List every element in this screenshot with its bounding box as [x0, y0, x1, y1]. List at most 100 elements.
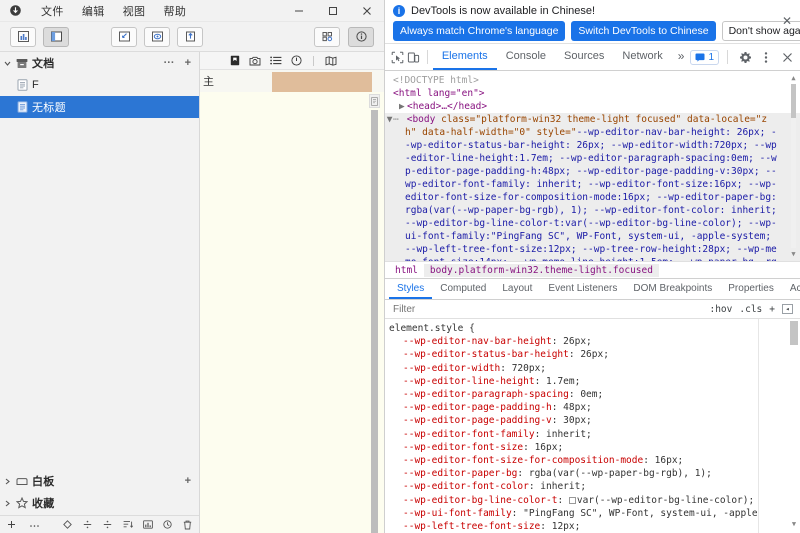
sort-icon[interactable]	[122, 519, 133, 530]
tab-event-listeners[interactable]: Event Listeners	[540, 279, 625, 299]
style-property[interactable]: --wp-editor-line-height	[389, 376, 535, 387]
scrollbar-thumb[interactable]	[791, 84, 796, 118]
issues-badge[interactable]: 1	[690, 50, 719, 65]
switch-to-chinese-button[interactable]: Switch DevTools to Chinese	[571, 21, 715, 41]
tab-computed[interactable]: Computed	[432, 279, 494, 299]
tab-properties[interactable]: Properties	[720, 279, 782, 299]
clock-icon[interactable]	[291, 55, 302, 66]
dom-body-node[interactable]: ⋯▼<body class="platform-win32 theme-ligh…	[385, 113, 800, 261]
style-property[interactable]: --wp-editor-nav-bar-height	[389, 336, 552, 347]
style-value[interactable]: var(--wp-editor-bg-line-color);	[577, 495, 754, 506]
trash-icon[interactable]	[182, 519, 193, 530]
style-property[interactable]: --wp-editor-font-size	[389, 442, 523, 453]
grid-icon-button[interactable]	[314, 27, 340, 47]
style-value[interactable]: 720px;	[512, 363, 546, 374]
gear-icon[interactable]	[736, 48, 754, 66]
kebab-menu-icon[interactable]	[757, 48, 775, 66]
style-property[interactable]: --wp-editor-width	[389, 363, 500, 374]
style-value[interactable]: 0em;	[580, 389, 603, 400]
menu-item-file[interactable]: 文件	[32, 1, 73, 21]
more-icon[interactable]	[29, 519, 40, 530]
fullscreen-icon-button[interactable]	[111, 27, 137, 47]
style-value[interactable]: inherit;	[540, 481, 586, 492]
style-value[interactable]: 12px;	[552, 521, 581, 532]
class-button[interactable]: .cls	[739, 304, 762, 315]
style-property[interactable]: --wp-left-tree-font-size	[389, 521, 540, 532]
map-icon[interactable]	[325, 56, 337, 66]
style-property[interactable]: --wp-editor-paragraph-spacing	[389, 389, 569, 400]
preview-icon-button[interactable]	[144, 27, 170, 47]
style-value[interactable]: rgba(var(--wp-paper-bg-rgb), 1);	[529, 468, 712, 479]
diamond-icon[interactable]	[62, 519, 73, 530]
tab-network[interactable]: Network	[613, 44, 671, 70]
more-tabs-icon[interactable]: »	[672, 44, 691, 70]
devtools-dom-tree[interactable]: <!DOCTYPE html> <html lang="en"> ▶<head>…	[385, 71, 800, 261]
style-value[interactable]: 48px;	[563, 402, 592, 413]
sidebar-item-f[interactable]: F	[0, 74, 199, 96]
sidebar-item-untitled[interactable]: 无标题	[0, 96, 199, 118]
chevron-right-icon[interactable]	[0, 500, 14, 507]
scroll-down-icon[interactable]: ▼	[790, 518, 798, 531]
close-button[interactable]	[350, 0, 384, 22]
style-value[interactable]: 26px;	[580, 349, 609, 360]
chevron-down-icon[interactable]	[0, 60, 14, 67]
scrollbar-thumb[interactable]	[790, 321, 798, 345]
dom-head-line[interactable]: ▶<head>…</head>	[385, 100, 800, 113]
plus-icon[interactable]	[6, 519, 17, 530]
style-property[interactable]: --wp-editor-font-size-for-composition-mo…	[389, 455, 643, 466]
new-style-rule-button[interactable]: +	[769, 304, 775, 315]
export-icon-button[interactable]	[177, 27, 203, 47]
device-toolbar-icon[interactable]	[406, 47, 423, 67]
inspect-element-icon[interactable]	[389, 47, 406, 67]
style-property[interactable]: --wp-editor-bg-line-color-t	[389, 495, 557, 506]
maximize-button[interactable]	[316, 0, 350, 22]
style-value[interactable]: 26px;	[563, 336, 592, 347]
divide-alt-icon[interactable]	[102, 519, 113, 530]
always-match-language-button[interactable]: Always match Chrome's language	[393, 21, 565, 41]
camera-icon[interactable]	[249, 56, 261, 66]
style-property[interactable]: --wp-ui-font-family	[389, 508, 512, 519]
color-swatch[interactable]	[569, 497, 576, 504]
expand-arrow-icon[interactable]: ▶	[399, 100, 407, 113]
style-property[interactable]: --wp-editor-page-padding-v	[389, 415, 552, 426]
close-icon[interactable]	[778, 48, 796, 66]
close-icon[interactable]: ✕	[782, 14, 792, 28]
breadcrumb-item-html[interactable]: html	[389, 264, 424, 277]
style-value[interactable]: inherit;	[546, 429, 592, 440]
scrollbar-thumb[interactable]	[371, 110, 378, 533]
sidebar-group-whiteboard[interactable]: 白板 +	[0, 470, 199, 492]
hover-state-button[interactable]: :hov	[709, 304, 732, 315]
filter-input[interactable]	[388, 304, 709, 315]
collapse-arrow-icon[interactable]: ▼	[399, 113, 407, 126]
dom-body-line[interactable]: ⋯▼<body class="platform-win32 theme-ligh…	[385, 113, 800, 261]
style-property[interactable]: --wp-editor-font-color	[389, 481, 529, 492]
menu-item-help[interactable]: 帮助	[154, 1, 195, 21]
list-icon[interactable]	[270, 56, 282, 65]
minimize-button[interactable]	[282, 0, 316, 22]
tab-elements[interactable]: Elements	[433, 44, 497, 70]
split-panel-icon-button[interactable]	[43, 27, 69, 47]
sidebar-group-favorites[interactable]: 收藏	[0, 492, 199, 514]
chart-view-icon-button[interactable]	[10, 27, 36, 47]
editor-page-canvas[interactable]	[200, 92, 384, 533]
breadcrumb-item-body[interactable]: body.platform-win32.theme-light.focused	[424, 264, 659, 277]
bar-chart-icon[interactable]	[142, 519, 153, 530]
menu-item-edit[interactable]: 编辑	[73, 1, 114, 21]
style-property[interactable]: --wp-editor-status-bar-height	[389, 349, 569, 360]
tab-styles[interactable]: Styles	[389, 279, 432, 299]
tab-dom-breakpoints[interactable]: DOM Breakpoints	[625, 279, 720, 299]
tab-sources[interactable]: Sources	[555, 44, 613, 70]
dom-html-open-line[interactable]: <html lang="en">	[385, 87, 800, 100]
styles-scrollbar[interactable]: ▼	[790, 321, 798, 531]
style-value[interactable]: 30px;	[563, 415, 592, 426]
sidebar-group-documents[interactable]: 文档 ··· +	[0, 52, 199, 74]
info-icon-button[interactable]	[348, 27, 374, 47]
style-property[interactable]: --wp-editor-page-padding-h	[389, 402, 552, 413]
style-value[interactable]: 16px;	[655, 455, 684, 466]
style-value[interactable]: 1.7em;	[546, 376, 580, 387]
scroll-down-icon[interactable]: ▼	[790, 250, 797, 258]
style-property[interactable]: --wp-editor-paper-bg	[389, 468, 517, 479]
clock-icon[interactable]	[162, 519, 173, 530]
menu-item-view[interactable]: 视图	[114, 1, 155, 21]
tab-layout[interactable]: Layout	[494, 279, 540, 299]
